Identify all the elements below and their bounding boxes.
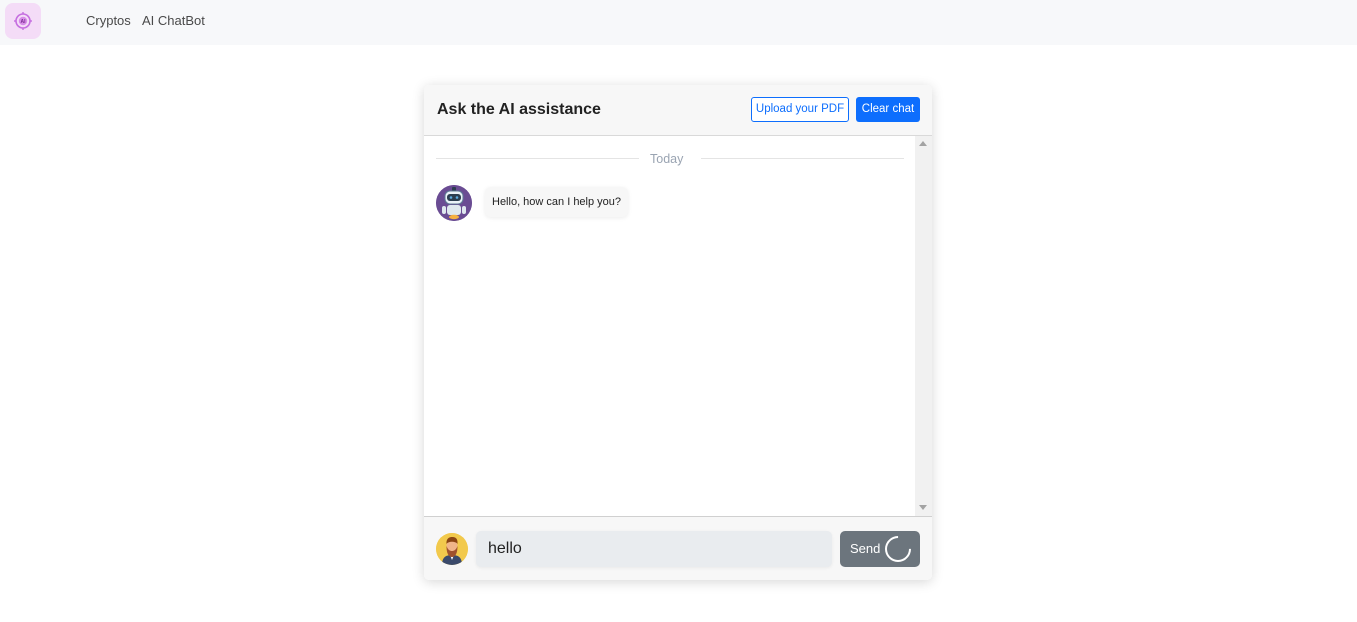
send-button-label: Send	[850, 541, 881, 556]
clear-chat-button[interactable]: Clear chat	[856, 97, 920, 122]
upload-pdf-button[interactable]: Upload your PDF	[751, 97, 849, 122]
date-divider-right	[701, 158, 904, 159]
user-avatar-icon	[436, 533, 468, 565]
nav-link-cryptos[interactable]: Cryptos	[86, 13, 131, 29]
date-divider-left	[436, 158, 639, 159]
chat-messages-area[interactable]: Today Hello, how can I help you?	[424, 136, 932, 516]
robot-avatar-graphic	[436, 185, 472, 221]
loading-spinner-icon	[879, 530, 917, 568]
logo-text: AI	[21, 19, 27, 25]
scroll-up-arrow-icon[interactable]	[919, 141, 927, 146]
ai-chip-logo-graphic: AI	[14, 12, 32, 30]
chat-input-bar: Send	[424, 516, 932, 580]
bot-message-bubble: Hello, how can I help you?	[485, 187, 629, 217]
chat-scrollbar[interactable]	[915, 136, 932, 516]
top-navbar: AI Cryptos AI ChatBot	[0, 0, 1357, 45]
ai-logo-icon[interactable]: AI	[5, 3, 41, 39]
scroll-down-arrow-icon[interactable]	[919, 505, 927, 510]
nav-link-ai-chatbot[interactable]: AI ChatBot	[142, 13, 205, 29]
date-separator-label: Today	[650, 152, 684, 166]
chat-card: Ask the AI assistance Upload your PDF Cl…	[424, 85, 932, 580]
send-button[interactable]: Send	[840, 530, 920, 568]
message-input[interactable]	[476, 531, 832, 567]
robot-avatar-icon	[436, 185, 472, 221]
chat-title: Ask the AI assistance	[437, 101, 601, 118]
chat-header: Ask the AI assistance Upload your PDF Cl…	[424, 85, 932, 136]
bearded-man-avatar-graphic	[436, 533, 468, 565]
